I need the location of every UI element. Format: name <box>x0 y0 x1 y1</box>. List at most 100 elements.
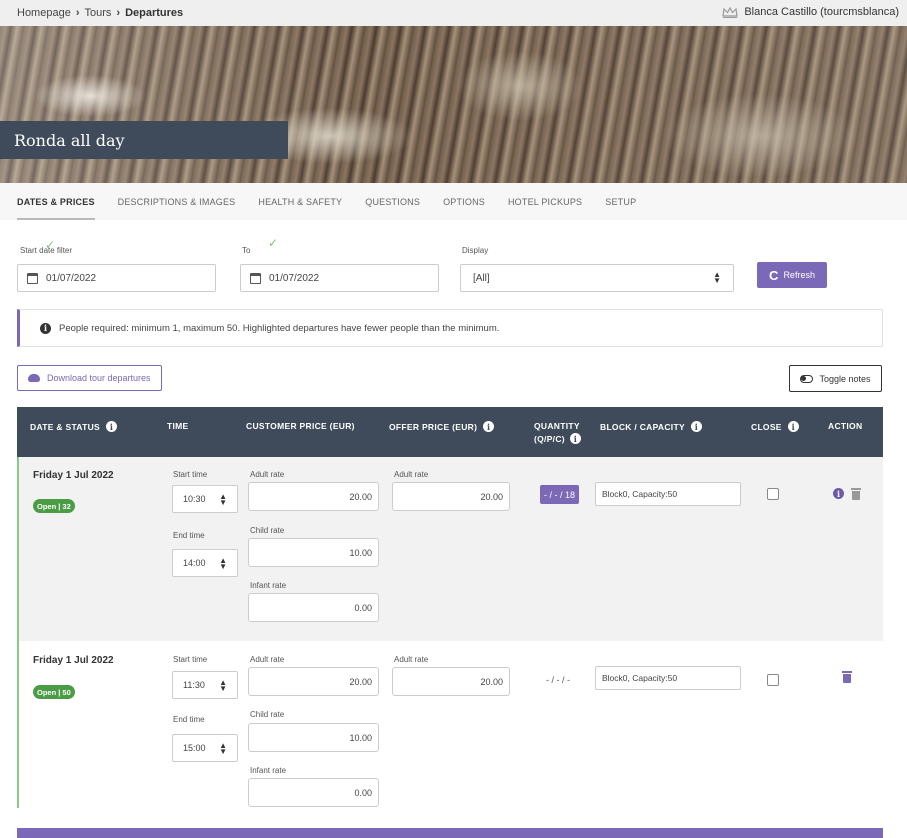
top-bar: Homepage › Tours › Departures Blanca Cas… <box>0 0 907 26</box>
info-icon[interactable]: i <box>483 421 495 432</box>
display-select[interactable]: [All] ▲ ▼ <box>460 264 734 292</box>
child-rate-label: Child rate <box>250 526 285 535</box>
start-time-label: Start time <box>173 470 208 479</box>
tab-descriptions-images[interactable]: DESCRIPTIONS & IMAGES <box>118 183 236 220</box>
infant-rate-input[interactable]: 0.00 <box>248 778 379 807</box>
info-icon: i <box>40 322 51 334</box>
end-time-value: 15:00 <box>183 743 206 753</box>
select-arrows-icon: ▲ ▼ <box>219 678 227 693</box>
select-arrows-icon: ▲ ▼ <box>219 492 227 507</box>
header-close-label: CLOSE <box>751 421 782 432</box>
download-departures-button[interactable]: Download tour departures <box>17 365 162 391</box>
close-checkbox[interactable] <box>767 488 779 500</box>
select-arrows-icon: ▲ ▼ <box>713 270 721 285</box>
trash-icon[interactable] <box>842 671 852 683</box>
adult-rate-input[interactable]: 20.00 <box>248 667 379 696</box>
toggle-notes-button[interactable]: Toggle notes <box>789 365 882 392</box>
block-capacity-input[interactable]: Block0, Capacity:50 <box>595 482 741 506</box>
select-arrows-icon: ▲ ▼ <box>219 556 227 571</box>
user-menu[interactable]: Blanca Castillo (tourcmsblanca) <box>722 6 899 18</box>
tab-questions[interactable]: QUESTIONS <box>365 183 420 220</box>
info-icon[interactable]: i <box>569 433 581 444</box>
header-offer-price: OFFER PRICE (EUR) i <box>389 421 495 432</box>
adult-rate-input[interactable]: 20.00 <box>248 482 379 511</box>
departure-date: Friday 1 Jul 2022 <box>33 655 114 666</box>
to-date-input[interactable]: 01/07/2022 <box>240 264 439 292</box>
refresh-button[interactable]: C Refresh <box>757 262 827 288</box>
offer-adult-rate-label: Adult rate <box>394 470 429 479</box>
header-time: TIME <box>167 421 189 431</box>
info-icon[interactable]: i <box>833 488 844 499</box>
header-quantity: QUANTITY (Q/P/C) i <box>534 421 581 444</box>
download-label: Download tour departures <box>47 373 151 383</box>
end-time-select[interactable]: 14:00 ▲ ▼ <box>172 549 238 577</box>
header-block-label: BLOCK / CAPACITY <box>600 421 685 432</box>
offer-adult-rate-input[interactable]: 20.00 <box>392 667 510 696</box>
breadcrumb-home[interactable]: Homepage <box>17 7 71 19</box>
end-time-value: 14:00 <box>183 558 206 568</box>
tab-hotel-pickups[interactable]: HOTEL PICKUPS <box>508 183 582 220</box>
infant-rate-input[interactable]: 0.00 <box>248 593 379 622</box>
start-time-value: 10:30 <box>183 494 206 504</box>
trash-icon[interactable] <box>851 488 861 500</box>
header-customer-label: CUSTOMER PRICE (EUR) <box>246 421 355 431</box>
adult-rate-label: Adult rate <box>250 470 285 479</box>
start-time-label: Start time <box>173 655 208 664</box>
child-rate-input[interactable]: 10.00 <box>248 538 379 567</box>
header-block-capacity: BLOCK / CAPACITY i <box>600 421 702 432</box>
start-date-input[interactable]: 01/07/2022 <box>17 264 216 292</box>
tab-options[interactable]: OPTIONS <box>443 183 485 220</box>
start-date-value: 01/07/2022 <box>46 272 97 284</box>
tour-title: Ronda all day <box>0 121 288 159</box>
to-date-label: To <box>242 246 251 255</box>
close-checkbox[interactable] <box>767 674 779 686</box>
check-icon: ✓ <box>45 238 56 252</box>
tab-setup[interactable]: SETUP <box>605 183 636 220</box>
status-badge: Open | 50 <box>33 685 75 699</box>
hero-overlay <box>0 26 907 183</box>
hero-image: Ronda all day <box>0 26 907 183</box>
display-label: Display <box>462 246 489 255</box>
quantity-badge[interactable]: - / - / 18 <box>540 485 580 504</box>
people-required-notice: i People required: minimum 1, maximum 50… <box>17 309 883 347</box>
info-icon[interactable]: i <box>106 421 118 432</box>
header-action-label: ACTION <box>828 421 863 431</box>
tab-health-safety[interactable]: HEALTH & SAFETY <box>258 183 342 220</box>
header-offer-label: OFFER PRICE (EUR) <box>389 421 478 432</box>
child-rate-input[interactable]: 10.00 <box>248 723 379 752</box>
info-icon[interactable]: i <box>690 421 702 432</box>
status-badge: Open | 32 <box>33 499 75 513</box>
table-header: DATE & STATUS i TIME CUSTOMER PRICE (EUR… <box>17 407 883 457</box>
tab-dates-prices[interactable]: DATES & PRICES <box>17 183 95 220</box>
breadcrumb-separator: › <box>116 7 121 19</box>
bottom-action-bar[interactable] <box>17 828 883 838</box>
header-quantity-label: QUANTITY <box>534 421 580 431</box>
header-close: CLOSE i <box>751 421 799 432</box>
header-action: ACTION <box>828 421 862 431</box>
calendar-icon <box>250 272 261 284</box>
header-date-status: DATE & STATUS i <box>30 421 118 432</box>
crown-icon <box>722 6 739 18</box>
info-icon[interactable]: i <box>787 421 799 432</box>
end-time-select[interactable]: 15:00 ▲ ▼ <box>172 734 238 762</box>
start-time-value: 11:30 <box>183 680 205 690</box>
adult-rate-label: Adult rate <box>250 655 285 664</box>
user-name: Blanca Castillo (tourcmsblanca) <box>744 6 899 18</box>
table-row: Friday 1 Jul 2022 Open | 50 Start time 1… <box>17 641 883 808</box>
offer-adult-rate-input[interactable]: 20.00 <box>392 482 510 511</box>
header-quantity-sub: (Q/P/C) <box>534 433 565 444</box>
start-time-select[interactable]: 10:30 ▲ ▼ <box>172 485 238 513</box>
toggle-label: Toggle notes <box>819 373 871 384</box>
quantity-text: - / - / - <box>546 675 570 685</box>
breadcrumb-tours[interactable]: Tours <box>85 7 112 19</box>
calendar-icon <box>27 272 38 284</box>
display-value: [All] <box>473 272 490 284</box>
block-capacity-input[interactable]: Block0, Capacity:50 <box>595 666 741 690</box>
table-row: Friday 1 Jul 2022 Open | 32 Start time 1… <box>17 457 883 641</box>
child-rate-label: Child rate <box>250 710 285 719</box>
end-time-label: End time <box>173 531 205 540</box>
header-date-label: DATE & STATUS <box>30 421 101 432</box>
infant-rate-label: Infant rate <box>250 581 287 590</box>
start-time-select[interactable]: 11:30 ▲ ▼ <box>172 671 238 699</box>
breadcrumb-current: Departures <box>125 7 184 19</box>
